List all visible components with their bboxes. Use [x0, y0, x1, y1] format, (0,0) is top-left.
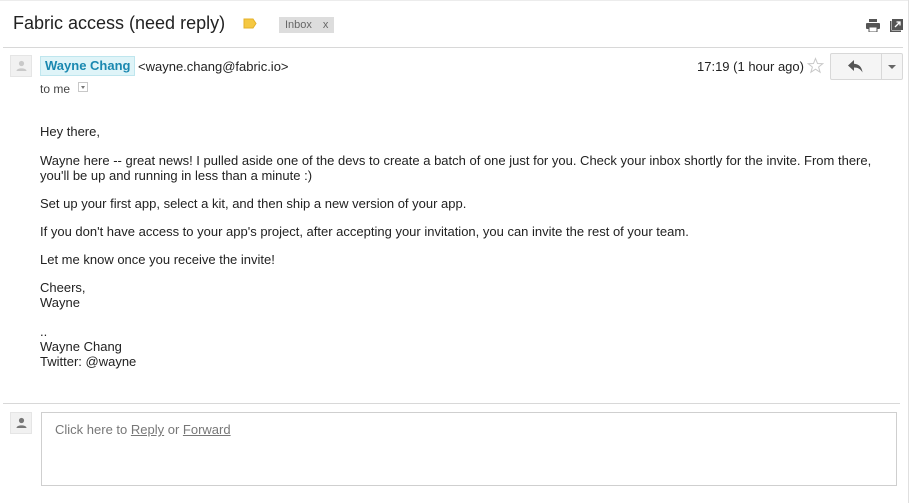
signature-name: Wayne Chang: [40, 339, 122, 354]
signature-separator: ..: [40, 324, 48, 339]
reply-divider: [3, 403, 900, 404]
reply-prompt-middle: or: [164, 422, 183, 437]
body-paragraph: Let me know once you receive the invite!: [40, 252, 275, 267]
reply-prompt: Click here to Reply or Forward: [55, 422, 231, 437]
body-paragraph: Wayne here -- great news! I pulled aside…: [40, 153, 872, 183]
show-details-button[interactable]: [78, 82, 88, 92]
person-icon: [16, 417, 27, 428]
reply-prompt-prefix: Click here to: [55, 422, 131, 437]
body-paragraph: Set up your first app, select a kit, and…: [40, 196, 467, 211]
reply-button-group: [830, 53, 903, 80]
star-icon[interactable]: [807, 57, 824, 74]
person-icon: [16, 60, 27, 71]
sender-email: <wayne.chang@fabric.io>: [138, 59, 289, 74]
closing-name: Wayne: [40, 295, 80, 310]
inbox-label-text: Inbox: [285, 19, 312, 31]
new-window-icon[interactable]: [890, 19, 903, 32]
signature-twitter: Twitter: @wayne: [40, 354, 137, 369]
quick-reply-box[interactable]: Click here to Reply or Forward: [41, 412, 897, 486]
frame-right-border: [908, 0, 909, 503]
closing-line: Cheers,: [40, 280, 86, 295]
thread-subject: Fabric access (need reply): [13, 13, 226, 33]
sender-avatar[interactable]: [10, 55, 32, 77]
reply-button[interactable]: [831, 54, 881, 79]
thread-header: Fabric access (need reply) Inbox x: [0, 0, 908, 48]
print-icon[interactable]: [866, 19, 880, 32]
label-tag-icon[interactable]: [243, 18, 257, 29]
remove-label-button[interactable]: x: [323, 19, 329, 31]
body-greeting: Hey there,: [40, 124, 100, 139]
sender-name[interactable]: Wayne Chang: [40, 56, 136, 76]
body-paragraph: If you don't have access to your app's p…: [40, 224, 689, 239]
my-avatar: [10, 412, 32, 434]
message-timestamp: 17:19 (1 hour ago): [697, 59, 804, 74]
forward-link[interactable]: Forward: [183, 422, 231, 437]
reply-arrow-icon: [848, 60, 863, 73]
reply-link[interactable]: Reply: [131, 422, 164, 437]
message-body: Hey there, Wayne here -- great news! I p…: [40, 124, 880, 369]
more-actions-dropdown[interactable]: [882, 54, 902, 79]
inbox-label-chip[interactable]: Inbox x: [279, 17, 335, 33]
header-divider: [3, 47, 903, 48]
recipient-summary: to me: [40, 82, 71, 96]
